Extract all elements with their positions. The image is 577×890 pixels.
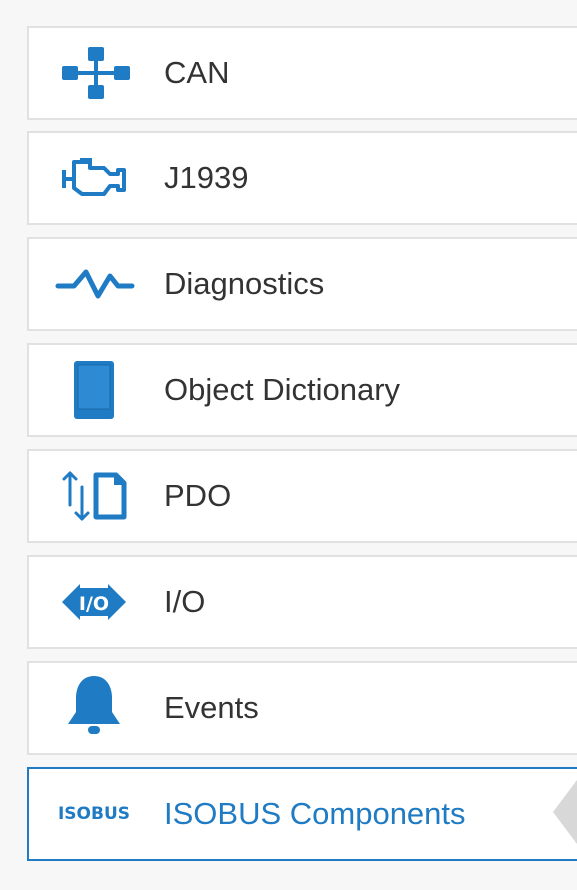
nav-item-label: J1939 bbox=[164, 160, 249, 195]
bell-icon bbox=[49, 668, 139, 748]
nav-item-pdo[interactable]: PDO bbox=[27, 449, 577, 543]
isobus-icon-text: ISOBUS bbox=[57, 804, 131, 824]
nav-item-label: Object Dictionary bbox=[164, 372, 401, 407]
nav-item-j1939[interactable]: J1939 bbox=[27, 131, 577, 225]
nav-item-isobus-components[interactable]: ISOBUS ISOBUS Components bbox=[27, 767, 577, 861]
io-icon: I/O bbox=[49, 562, 139, 642]
transfer-document-icon bbox=[49, 456, 139, 536]
nav-item-label: PDO bbox=[164, 478, 232, 513]
nav-item-can[interactable]: CAN bbox=[27, 26, 577, 120]
nav-item-label: I/O bbox=[164, 584, 206, 619]
network-icon bbox=[49, 33, 139, 113]
nav-item-label: ISOBUS Components bbox=[164, 796, 466, 831]
nav-item-object-dictionary[interactable]: Object Dictionary bbox=[27, 343, 577, 437]
nav-item-io[interactable]: I/O I/O bbox=[27, 555, 577, 649]
nav-item-label: Diagnostics bbox=[164, 266, 325, 301]
engine-icon bbox=[49, 138, 139, 218]
active-item-pointer bbox=[553, 772, 577, 852]
nav-item-label: Events bbox=[164, 690, 259, 725]
book-icon bbox=[49, 350, 139, 430]
pulse-icon bbox=[49, 244, 139, 324]
nav-item-events[interactable]: Events bbox=[27, 661, 577, 755]
nav-item-diagnostics[interactable]: Diagnostics bbox=[27, 237, 577, 331]
sidebar-nav: CAN J1939 Diagnostics Object Dictionary … bbox=[0, 0, 577, 890]
isobus-icon: ISOBUS bbox=[49, 774, 139, 854]
svg-text:I/O: I/O bbox=[79, 593, 109, 615]
nav-item-label: CAN bbox=[164, 55, 230, 90]
